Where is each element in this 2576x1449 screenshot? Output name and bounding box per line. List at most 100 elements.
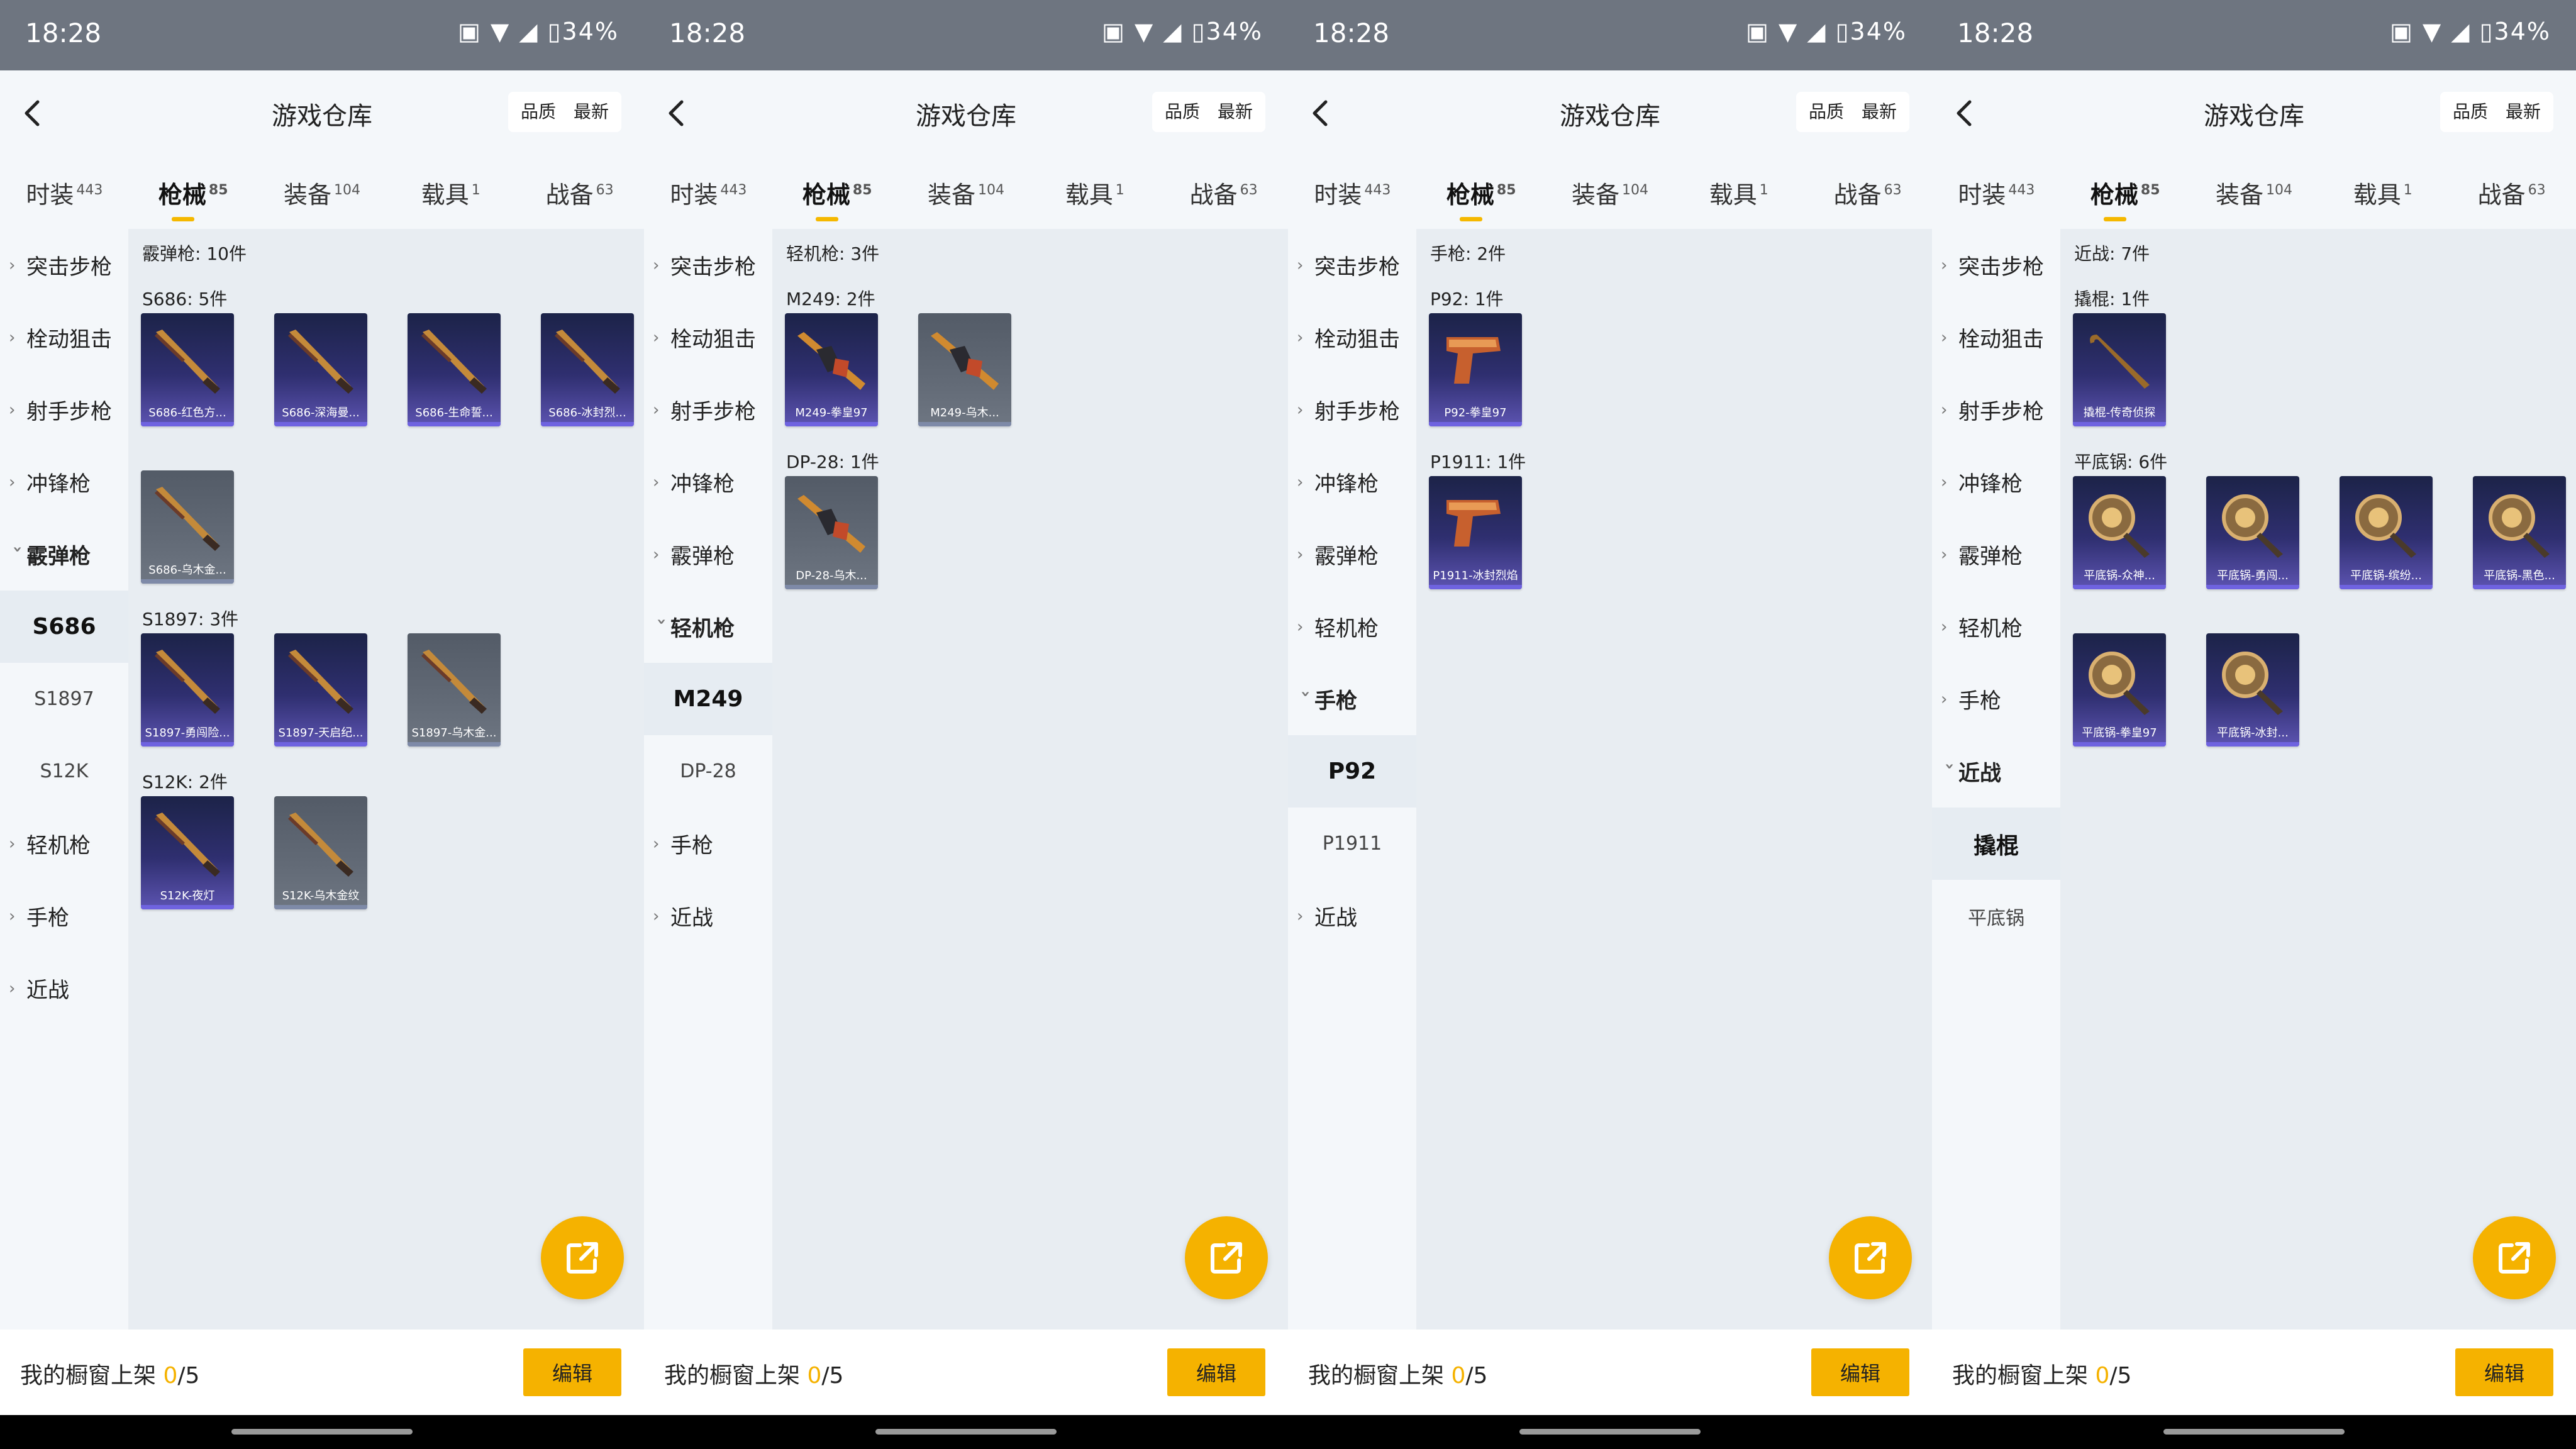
sidebar-subitem[interactable]: M249 xyxy=(644,663,772,735)
sidebar-subitem[interactable]: S686 xyxy=(0,591,128,663)
item-card[interactable]: S686-生命誓... xyxy=(408,313,501,426)
sidebar-item-assault[interactable]: › 突击步枪 xyxy=(644,229,772,301)
item-card[interactable]: 平底锅-黑色... xyxy=(2473,476,2566,589)
item-card[interactable]: S1897-勇闯险... xyxy=(141,633,234,747)
sidebar-item-assault[interactable]: › 突击步枪 xyxy=(1932,229,2060,301)
item-card[interactable]: S12K-夜灯 xyxy=(141,796,234,909)
tab-1[interactable]: 枪械 85 xyxy=(2061,175,2190,221)
item-card[interactable]: P1911-冰封烈焰 xyxy=(1429,476,1522,589)
item-card[interactable]: S1897-乌木金... xyxy=(408,633,501,747)
tab-2[interactable]: 装备 104 xyxy=(2190,175,2319,210)
sidebar-item-lmg[interactable]: › 轻机枪 xyxy=(1288,591,1416,663)
share-button[interactable] xyxy=(1829,1216,1912,1299)
tab-0[interactable]: 时装 443 xyxy=(644,175,773,210)
sidebar-item-smg[interactable]: › 冲锋枪 xyxy=(644,446,772,518)
sidebar-item-smg[interactable]: › 冲锋枪 xyxy=(1288,446,1416,518)
sidebar-subitem[interactable]: P92 xyxy=(1288,735,1416,808)
item-card[interactable]: M249-乌木... xyxy=(918,313,1011,426)
sidebar-subitem[interactable]: S12K xyxy=(0,735,128,808)
tab-1[interactable]: 枪械 85 xyxy=(1417,175,1546,221)
sidebar-item-melee[interactable]: › 近战 xyxy=(644,880,772,952)
sort-quality-button[interactable]: 品质 xyxy=(512,93,565,131)
sidebar-item-assault[interactable]: › 突击步枪 xyxy=(0,229,128,301)
share-button[interactable] xyxy=(541,1216,624,1299)
sidebar-item-pistol[interactable]: › 手枪 xyxy=(1288,663,1416,735)
item-card[interactable]: 撬棍-传奇侦探 xyxy=(2073,313,2166,426)
item-card[interactable]: 平底锅-缤纷... xyxy=(2340,476,2433,589)
sidebar-item-lmg[interactable]: › 轻机枪 xyxy=(644,591,772,663)
sidebar-subitem[interactable]: 平底锅 xyxy=(1932,880,2060,952)
sort-latest-button[interactable]: 最新 xyxy=(1209,93,1262,131)
item-card[interactable]: S686-红色方... xyxy=(141,313,234,426)
item-card[interactable]: S686-乌木金... xyxy=(141,470,234,584)
tab-4[interactable]: 战备 63 xyxy=(2447,175,2576,210)
item-card[interactable]: P92-拳皇97 xyxy=(1429,313,1522,426)
sidebar-subitem[interactable]: S1897 xyxy=(0,663,128,735)
item-card[interactable]: 平底锅-拳皇97 xyxy=(2073,633,2166,747)
sidebar-item-shotgun[interactable]: › 霰弹枪 xyxy=(644,518,772,591)
tab-3[interactable]: 载具 1 xyxy=(1030,175,1159,210)
tab-3[interactable]: 载具 1 xyxy=(386,175,515,210)
sort-quality-button[interactable]: 品质 xyxy=(1800,93,1853,131)
sidebar-item-marksman[interactable]: › 射手步枪 xyxy=(0,374,128,446)
sort-quality-button[interactable]: 品质 xyxy=(1156,93,1209,131)
sidebar-item-shotgun[interactable]: › 霰弹枪 xyxy=(0,518,128,591)
item-card[interactable]: S1897-天启纪... xyxy=(274,633,367,747)
sort-quality-button[interactable]: 品质 xyxy=(2444,93,2497,131)
tab-2[interactable]: 装备 104 xyxy=(258,175,387,210)
sidebar-item-melee[interactable]: › 近战 xyxy=(0,952,128,1024)
sidebar-item-lmg[interactable]: › 轻机枪 xyxy=(0,808,128,880)
tab-0[interactable]: 时装 443 xyxy=(1932,175,2061,210)
tab-2[interactable]: 装备 104 xyxy=(902,175,1031,210)
tab-0[interactable]: 时装 443 xyxy=(1288,175,1417,210)
sidebar-item-assault[interactable]: › 突击步枪 xyxy=(1288,229,1416,301)
sidebar-item-sniper[interactable]: › 栓动狙击 xyxy=(0,301,128,374)
home-gesture-handle[interactable] xyxy=(2163,1429,2345,1435)
sidebar-subitem[interactable]: P1911 xyxy=(1288,808,1416,880)
sidebar-item-sniper[interactable]: › 栓动狙击 xyxy=(644,301,772,374)
tab-1[interactable]: 枪械 85 xyxy=(773,175,902,221)
home-gesture-handle[interactable] xyxy=(875,1429,1057,1435)
sort-latest-button[interactable]: 最新 xyxy=(2497,93,2550,131)
tab-1[interactable]: 枪械 85 xyxy=(129,175,258,221)
tab-0[interactable]: 时装 443 xyxy=(0,175,129,210)
sidebar-item-smg[interactable]: › 冲锋枪 xyxy=(0,446,128,518)
sidebar-item-shotgun[interactable]: › 霰弹枪 xyxy=(1288,518,1416,591)
sidebar-item-pistol[interactable]: › 手枪 xyxy=(1932,663,2060,735)
sidebar-item-shotgun[interactable]: › 霰弹枪 xyxy=(1932,518,2060,591)
edit-button[interactable]: 编辑 xyxy=(2455,1348,2553,1396)
edit-button[interactable]: 编辑 xyxy=(1167,1348,1265,1396)
item-card[interactable]: M249-拳皇97 xyxy=(785,313,878,426)
tab-4[interactable]: 战备 63 xyxy=(1803,175,1932,210)
tab-3[interactable]: 载具 1 xyxy=(2318,175,2447,210)
tab-2[interactable]: 装备 104 xyxy=(1546,175,1675,210)
edit-button[interactable]: 编辑 xyxy=(1811,1348,1909,1396)
item-card[interactable]: 平底锅-冰封... xyxy=(2206,633,2299,747)
home-gesture-handle[interactable] xyxy=(1519,1429,1701,1435)
item-card[interactable]: S12K-乌木金纹 xyxy=(274,796,367,909)
sort-latest-button[interactable]: 最新 xyxy=(1853,93,1906,131)
item-card[interactable]: 平底锅-勇闯... xyxy=(2206,476,2299,589)
tab-4[interactable]: 战备 63 xyxy=(515,175,644,210)
sidebar-item-melee[interactable]: › 近战 xyxy=(1932,735,2060,808)
edit-button[interactable]: 编辑 xyxy=(523,1348,621,1396)
share-button[interactable] xyxy=(2473,1216,2556,1299)
sidebar-subitem[interactable]: DP-28 xyxy=(644,735,772,808)
tab-3[interactable]: 载具 1 xyxy=(1674,175,1803,210)
sidebar-item-pistol[interactable]: › 手枪 xyxy=(0,880,128,952)
sidebar-item-marksman[interactable]: › 射手步枪 xyxy=(644,374,772,446)
sidebar-item-sniper[interactable]: › 栓动狙击 xyxy=(1932,301,2060,374)
sidebar-item-marksman[interactable]: › 射手步枪 xyxy=(1288,374,1416,446)
share-button[interactable] xyxy=(1185,1216,1268,1299)
sidebar-item-pistol[interactable]: › 手枪 xyxy=(644,808,772,880)
home-gesture-handle[interactable] xyxy=(231,1429,413,1435)
item-card[interactable]: S686-深海曼... xyxy=(274,313,367,426)
item-card[interactable]: S686-冰封烈... xyxy=(541,313,634,426)
sidebar-item-lmg[interactable]: › 轻机枪 xyxy=(1932,591,2060,663)
sidebar-item-melee[interactable]: › 近战 xyxy=(1288,880,1416,952)
item-card[interactable]: 平底锅-众神... xyxy=(2073,476,2166,589)
item-card[interactable]: DP-28-乌木... xyxy=(785,476,878,589)
sidebar-item-sniper[interactable]: › 栓动狙击 xyxy=(1288,301,1416,374)
sidebar-item-marksman[interactable]: › 射手步枪 xyxy=(1932,374,2060,446)
sort-latest-button[interactable]: 最新 xyxy=(565,93,618,131)
